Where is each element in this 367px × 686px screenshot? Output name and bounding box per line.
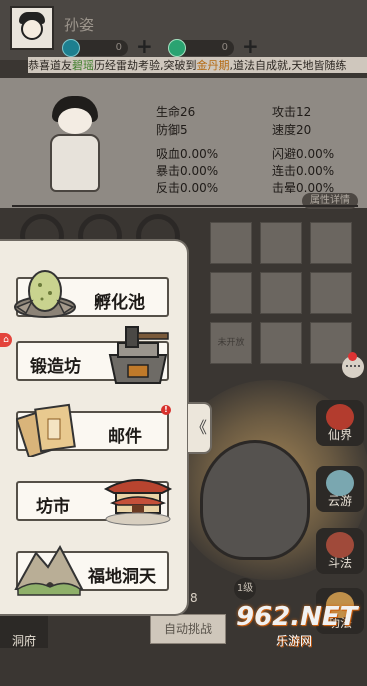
scroll-mail-icon	[16, 403, 76, 457]
stat-hp: 生命26	[156, 105, 196, 119]
cloud-icon	[326, 470, 354, 496]
stat-crit: 暴击0.00%	[156, 164, 219, 178]
jade-icon	[168, 39, 186, 57]
jade-value: 0	[221, 42, 228, 53]
watermark-logo: 962.NET	[236, 602, 358, 632]
equip-slot[interactable]	[210, 222, 252, 264]
sword-icon	[326, 532, 354, 558]
site-watermark: 962.NET 乐游网	[236, 602, 364, 650]
marquee-prefix: 恭喜道友	[28, 59, 72, 72]
egg-nest-icon	[14, 270, 76, 318]
add-jade-button[interactable]: +	[242, 36, 259, 56]
side-button-duel[interactable]: 斗法	[316, 528, 364, 574]
side-button-wander[interactable]: 云游	[316, 466, 364, 512]
jade-counter: 0	[168, 39, 234, 57]
menu-item-label: 福地洞天	[88, 567, 156, 587]
equip-slot[interactable]	[260, 222, 302, 264]
top-bar: 孙姿 0 + 0 +	[0, 0, 367, 60]
equipment-grid: 未开放	[196, 216, 356, 376]
equip-slot[interactable]	[310, 222, 352, 264]
equip-slot[interactable]	[260, 322, 302, 364]
stat-counter: 反击0.00%	[156, 181, 219, 195]
stat-speed: 速度20	[272, 123, 312, 137]
equip-slot[interactable]	[310, 272, 352, 314]
level-badge: 1级	[234, 578, 256, 600]
equip-slot[interactable]	[210, 272, 252, 314]
menu-item-label: 孵化池	[94, 293, 145, 313]
watermark-subtitle: 乐游网	[276, 634, 313, 648]
equip-slot[interactable]	[260, 272, 302, 314]
marquee-realm: 金丹期	[196, 59, 230, 72]
stat-defense: 防御5	[156, 123, 188, 137]
marquee-player: 碧瑶	[72, 59, 94, 72]
announcement-marquee: 恭喜道友碧瑶历经雷劫考验,突破到金丹期,道法自成就,天地皆随练	[28, 57, 367, 73]
character-portrait[interactable]	[42, 96, 108, 196]
side-button-fairyland[interactable]: 仙界	[316, 400, 364, 446]
building-menu-popup: 孵化池 锻造坊 邮件 ! 坊市 福地洞天	[0, 241, 187, 614]
gate-icon	[326, 404, 354, 430]
avatar-face	[21, 18, 43, 40]
stat-combo: 连击0.00%	[272, 164, 335, 178]
equip-slot-locked[interactable]: 未开放	[210, 322, 252, 364]
collapse-menu-button[interactable]: 《	[188, 402, 212, 454]
menu-item-label: 锻造坊	[30, 357, 81, 377]
beast-sprite	[200, 440, 310, 560]
stat-lifesteal: 吸血0.00%	[156, 147, 219, 161]
mountain-cave-icon	[14, 544, 84, 596]
marquee-suffix: ,道法自成就,天地皆随练	[229, 59, 347, 72]
character-robe	[50, 134, 100, 192]
anvil-icon	[108, 326, 169, 384]
player-avatar[interactable]	[10, 6, 54, 50]
add-coin-button[interactable]: +	[136, 36, 153, 56]
player-name: 孙姿	[64, 16, 95, 34]
marquee-middle: 历经雷劫考验,突破到	[94, 59, 197, 72]
chat-notification-badge	[348, 352, 357, 361]
menu-item-label: 坊市	[36, 497, 70, 517]
market-pavilion-icon	[103, 479, 173, 526]
stage-number: 8	[190, 591, 198, 605]
character-face	[58, 108, 92, 134]
auto-challenge-button[interactable]: 自动挑战	[150, 614, 226, 644]
stat-attack: 攻击12	[272, 105, 312, 119]
mail-notification-badge: !	[161, 405, 171, 415]
panel-divider	[12, 205, 358, 207]
spirit-stone-icon	[62, 39, 80, 57]
coin-value: 0	[115, 42, 122, 53]
stat-dodge: 闪避0.00%	[272, 147, 335, 161]
coin-counter: 0	[62, 39, 128, 57]
menu-item-label: 邮件	[108, 427, 142, 447]
